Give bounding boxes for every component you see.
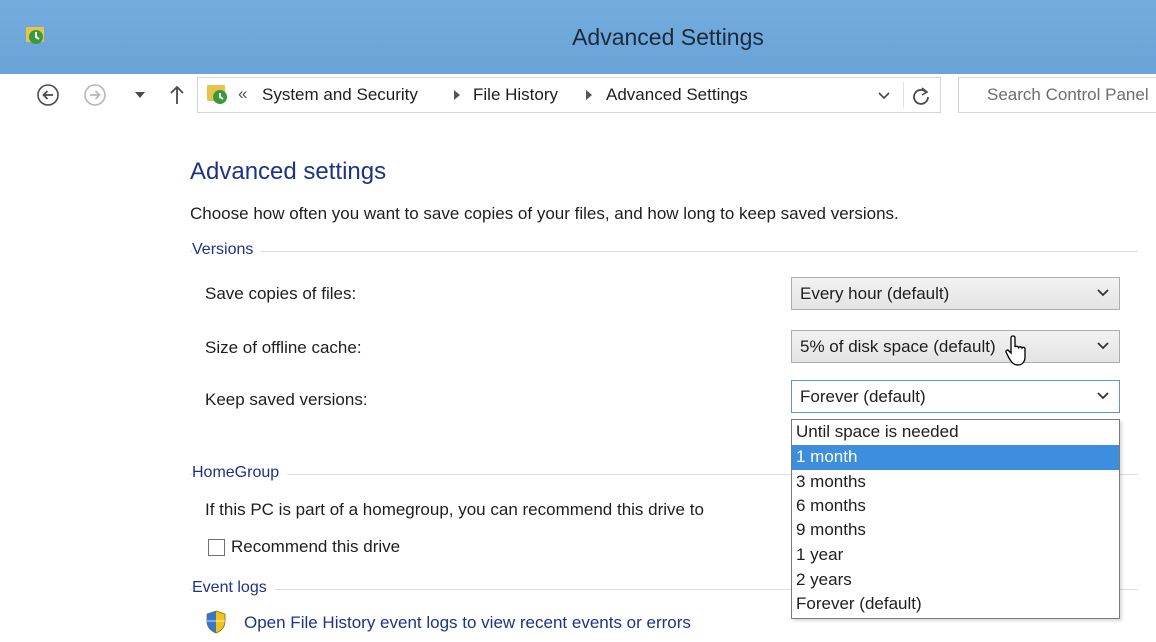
option-9-months[interactable]: 9 months	[792, 518, 1119, 543]
keep-versions-label: Keep saved versions:	[205, 390, 368, 409]
save-copies-value: Every hour (default)	[800, 284, 950, 303]
address-divider	[903, 82, 904, 108]
option-3-months[interactable]: 3 months	[792, 470, 1119, 495]
recommend-drive-checkbox[interactable]	[208, 539, 225, 556]
breadcrumb-separator-icon[interactable]	[586, 90, 592, 100]
option-until-space-needed[interactable]: Until space is needed	[792, 420, 1119, 445]
breadcrumb-advanced-settings[interactable]: Advanced Settings	[606, 85, 748, 105]
group-divider	[190, 251, 1138, 252]
navigation-bar: « System and Security File History Advan…	[0, 74, 1156, 116]
keep-versions-dropdown-list[interactable]: Until space is needed 1 month 3 months 6…	[791, 419, 1120, 619]
search-placeholder: Search Control Panel	[987, 85, 1149, 104]
chevron-down-icon[interactable]	[133, 88, 147, 102]
window-title: Advanced Settings	[572, 24, 764, 50]
address-bar[interactable]: « System and Security File History Advan…	[197, 77, 941, 113]
save-copies-label: Save copies of files:	[205, 284, 357, 303]
recommend-drive-label[interactable]: Recommend this drive	[231, 537, 400, 557]
option-1-year[interactable]: 1 year	[792, 543, 1119, 568]
control-panel-icon	[207, 85, 227, 104]
mouse-pointer-icon	[1005, 335, 1026, 366]
breadcrumb-system-and-security[interactable]: System and Security	[262, 85, 418, 105]
homegroup-group-label: HomeGroup	[192, 464, 288, 482]
refresh-icon[interactable]	[910, 85, 932, 107]
option-1-month[interactable]: 1 month	[792, 445, 1119, 470]
keep-versions-value: Forever (default)	[800, 387, 926, 406]
homegroup-description: If this PC is part of a homegroup, you c…	[205, 500, 704, 519]
up-arrow-icon[interactable]	[168, 83, 186, 107]
event-logs-group-label: Event logs	[192, 579, 275, 597]
chevron-down-icon	[1097, 342, 1109, 350]
option-6-months[interactable]: 6 months	[792, 494, 1119, 519]
breadcrumb-overflow[interactable]: «	[238, 84, 247, 104]
address-dropdown-icon[interactable]	[876, 87, 892, 103]
offline-cache-select[interactable]: 5% of disk space (default)	[791, 330, 1120, 363]
option-2-years[interactable]: 2 years	[792, 568, 1119, 593]
chevron-down-icon	[1097, 392, 1109, 400]
back-arrow-icon[interactable]	[36, 83, 60, 107]
save-copies-select[interactable]: Every hour (default)	[791, 277, 1120, 310]
offline-cache-label: Size of offline cache:	[205, 338, 362, 357]
keep-versions-select[interactable]: Forever (default)	[791, 380, 1120, 413]
offline-cache-value: 5% of disk space (default)	[800, 337, 996, 356]
page-title: Advanced settings	[190, 158, 387, 185]
open-event-logs-link[interactable]: Open File History event logs to view rec…	[244, 613, 691, 633]
forward-arrow-icon[interactable]	[83, 83, 107, 107]
option-forever-default[interactable]: Forever (default)	[792, 592, 1119, 617]
chevron-down-icon	[1097, 289, 1109, 297]
title-bar: Advanced Settings	[0, 0, 1156, 74]
shield-icon	[206, 610, 226, 634]
page-description: Choose how often you want to save copies…	[190, 204, 899, 223]
breadcrumb-separator-icon[interactable]	[454, 90, 460, 100]
breadcrumb-file-history[interactable]: File History	[473, 85, 558, 105]
search-input[interactable]: Search Control Panel	[958, 77, 1156, 113]
main-content: Advanced settings Choose how often you w…	[0, 116, 1156, 642]
versions-group-label: Versions	[192, 241, 262, 259]
